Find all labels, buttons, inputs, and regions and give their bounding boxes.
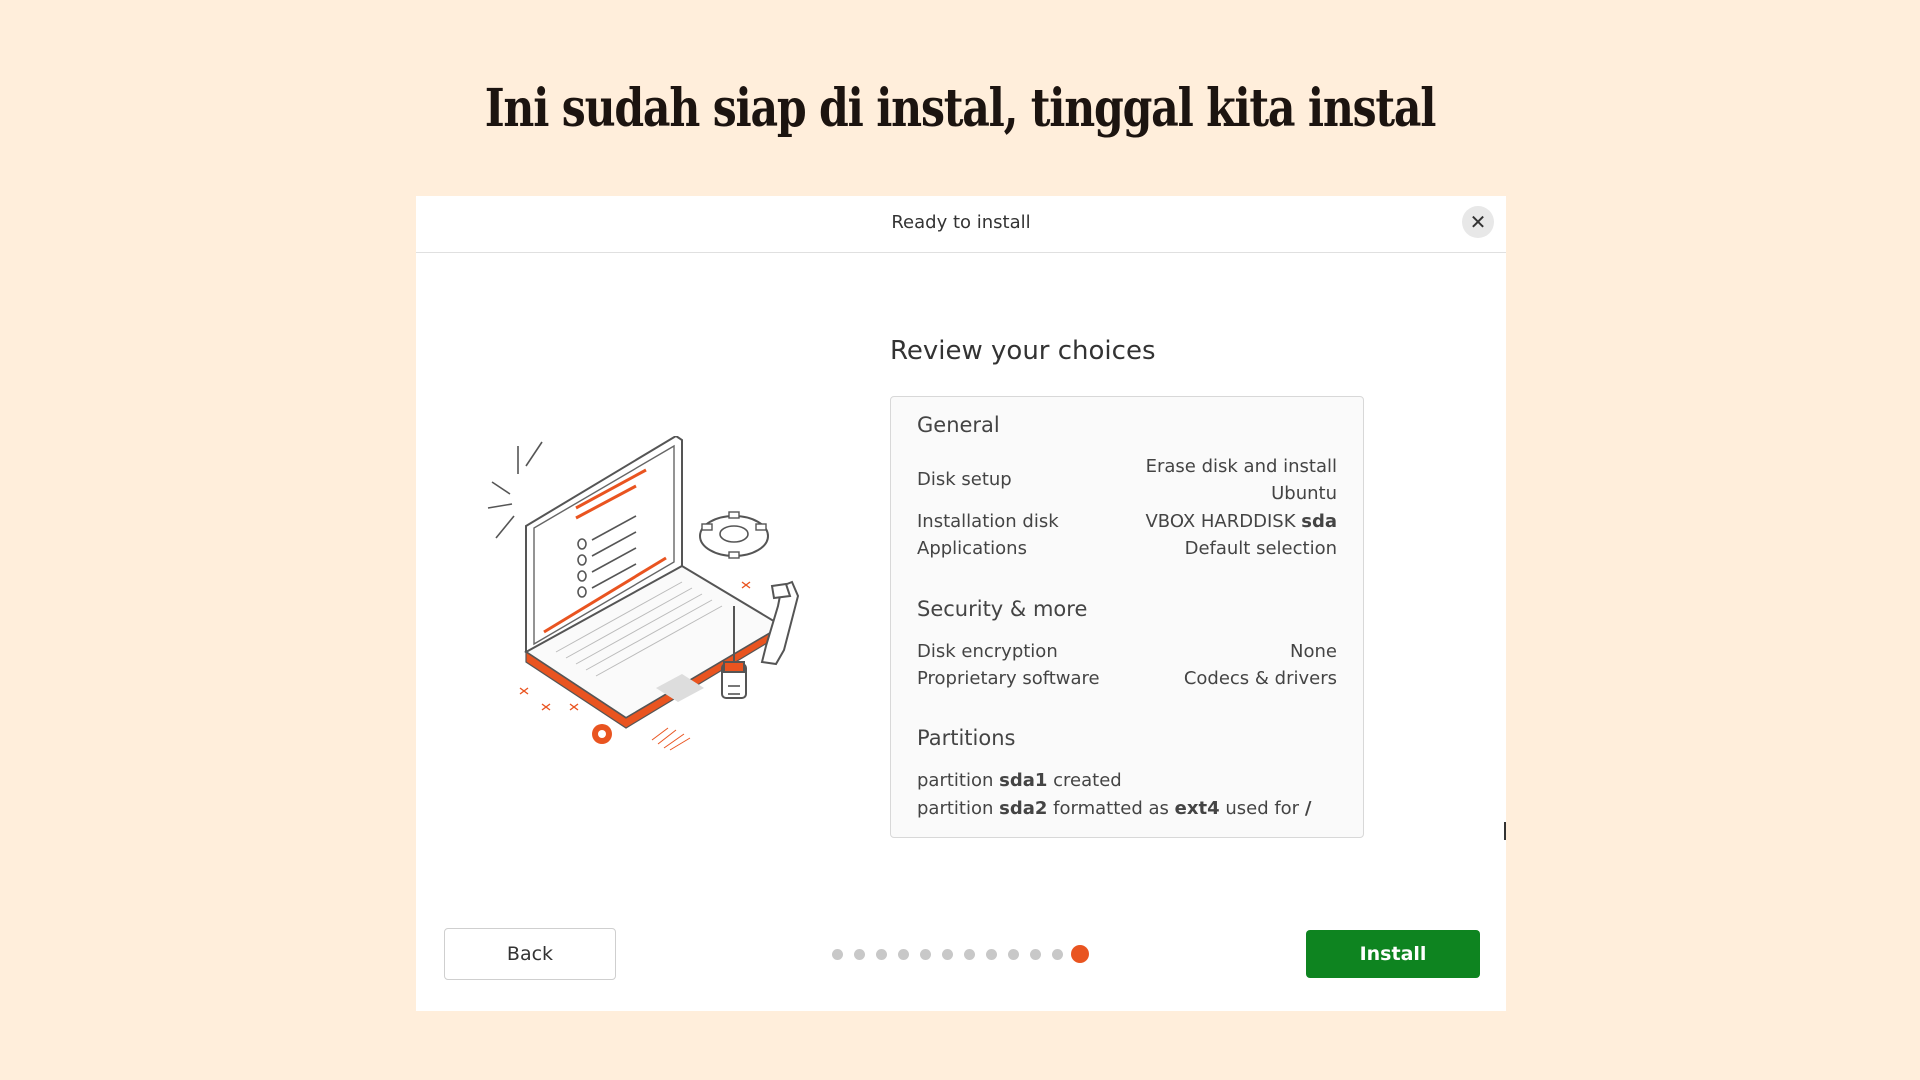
- partition-line-1: partition sda1 created: [917, 767, 1122, 794]
- progress-dot: [986, 949, 997, 960]
- gear-icon: [699, 511, 769, 559]
- section-partitions-title: Partitions: [917, 726, 1016, 750]
- disk-setup-value-line1: Erase disk and install: [1145, 456, 1337, 477]
- partition-action: formatted as: [1053, 798, 1169, 819]
- small-gear-icon: [592, 724, 612, 744]
- progress-dot: [876, 949, 887, 960]
- partition-used-for: used for: [1225, 798, 1300, 819]
- progress-dot: [898, 949, 909, 960]
- install-button[interactable]: Install: [1306, 930, 1480, 978]
- partition-name: sda2: [999, 798, 1048, 819]
- installation-disk-label: Installation disk: [917, 511, 1059, 532]
- summary-panel: General Disk setup Erase disk and instal…: [890, 396, 1364, 838]
- title-bar: Ready to install ✕: [416, 196, 1506, 253]
- installation-disk-value: VBOX HARDDISK sda: [1145, 508, 1337, 535]
- progress-dot-active: [1071, 945, 1089, 963]
- progress-dot: [920, 949, 931, 960]
- laptop-tools-illustration: [487, 436, 800, 751]
- partition-word: partition: [917, 798, 994, 819]
- disk-encryption-value: None: [1290, 641, 1337, 662]
- partition-mount-point: /: [1304, 798, 1312, 819]
- disk-setup-label: Disk setup: [917, 469, 1012, 490]
- progress-dot: [1030, 949, 1041, 960]
- close-button[interactable]: ✕: [1462, 206, 1494, 238]
- disk-setup-value-line2: Ubuntu: [1271, 483, 1337, 504]
- review-heading: Review your choices: [890, 336, 1156, 366]
- text-cursor-icon: [1504, 822, 1506, 840]
- section-general-title: General: [917, 413, 1000, 437]
- applications-value: Default selection: [1184, 538, 1337, 559]
- progress-dot: [1008, 949, 1019, 960]
- hatched-pad: [651, 727, 691, 751]
- progress-dot: [942, 949, 953, 960]
- progress-dot: [1052, 949, 1063, 960]
- installation-disk-model: VBOX HARDDISK: [1145, 511, 1296, 532]
- slide-title: Ini sudah siap di instal, tinggal kita i…: [484, 78, 1437, 139]
- partition-word: partition: [917, 770, 994, 791]
- proprietary-software-value: Codecs & drivers: [1183, 668, 1337, 689]
- installer-window: Ready to install ✕ Review your choices G…: [416, 196, 1506, 1011]
- window-title: Ready to install: [891, 212, 1031, 233]
- progress-dot: [854, 949, 865, 960]
- partition-line-2: partition sda2 formatted as ext4 used fo…: [917, 795, 1311, 822]
- progress-dot: [964, 949, 975, 960]
- disk-encryption-label: Disk encryption: [917, 641, 1058, 662]
- progress-dot: [832, 949, 843, 960]
- installation-disk-device: sda: [1301, 511, 1337, 532]
- partition-name: sda1: [999, 770, 1048, 791]
- progress-dots: [832, 944, 1096, 964]
- partition-filesystem: ext4: [1174, 798, 1220, 819]
- close-icon: ✕: [1469, 210, 1487, 234]
- applications-label: Applications: [917, 538, 1027, 559]
- proprietary-software-label: Proprietary software: [917, 668, 1100, 689]
- section-security-title: Security & more: [917, 597, 1088, 621]
- partition-action: created: [1053, 770, 1122, 791]
- back-button[interactable]: Back: [444, 928, 616, 980]
